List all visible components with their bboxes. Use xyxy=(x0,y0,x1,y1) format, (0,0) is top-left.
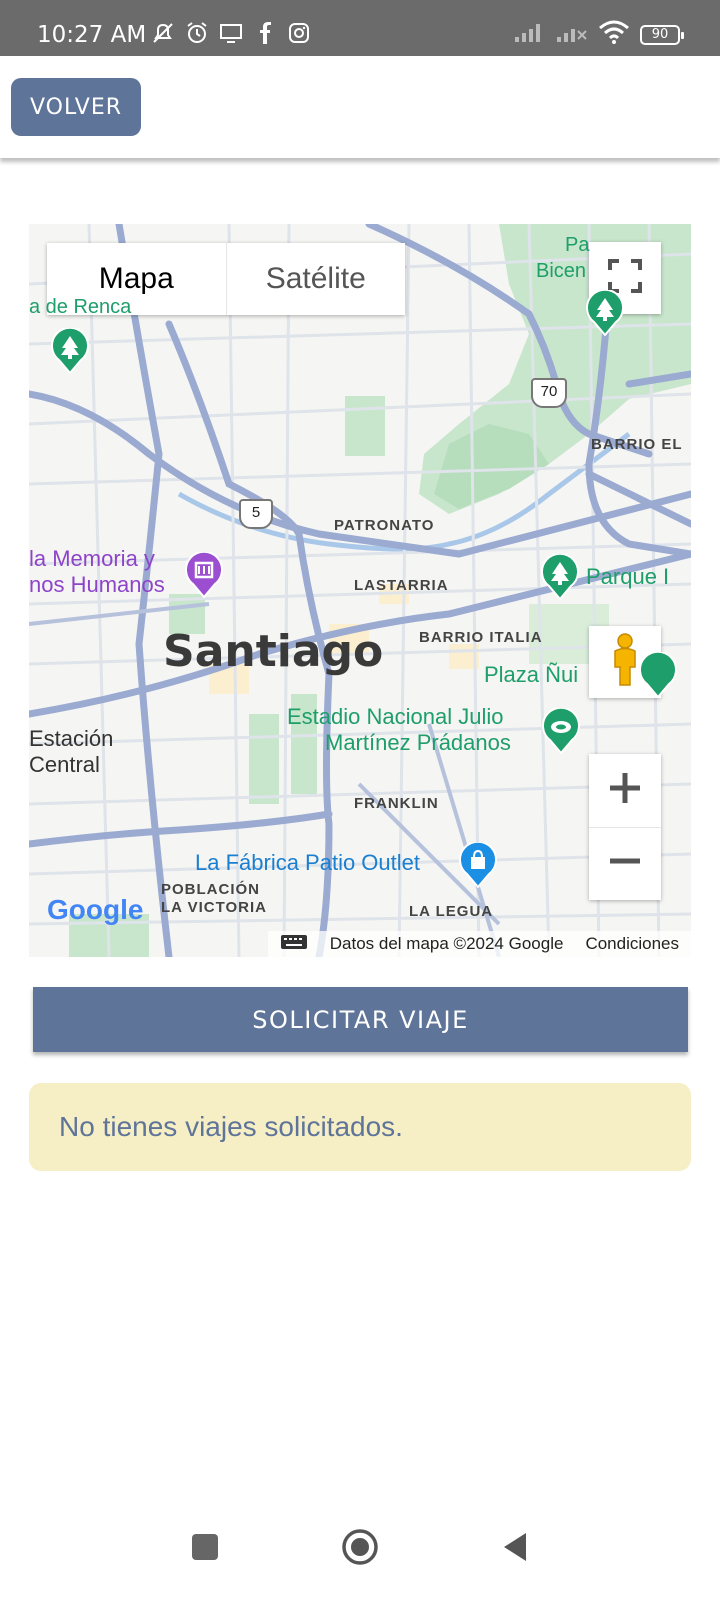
map-label-estadio-1: Estadio Nacional Julio xyxy=(287,704,504,729)
route-5-shield: 5 xyxy=(239,499,273,529)
map-label-fabrica: La Fábrica Patio Outlet xyxy=(195,850,421,875)
app-header: VOLVER xyxy=(0,56,720,158)
map-label-patronato: PATRONATO xyxy=(334,517,435,534)
signal-off-icon xyxy=(556,21,588,48)
home-button[interactable] xyxy=(341,1528,379,1571)
shopping-pin-fabrica[interactable] xyxy=(459,840,497,893)
map-label-estacion: Estación xyxy=(29,726,114,751)
terms-link[interactable]: Condiciones xyxy=(585,934,679,954)
map-label-renca: a de Renca xyxy=(29,296,132,318)
no-trips-notice: No tienes viajes solicitados. xyxy=(29,1083,691,1171)
map-label-bicen: Bicen xyxy=(536,260,587,282)
park-pin-parque[interactable] xyxy=(541,552,579,605)
system-nav-bar xyxy=(0,1520,720,1600)
shopping-bag-icon xyxy=(459,840,497,889)
map-label-parque: Parque I xyxy=(586,564,670,589)
recent-apps-button[interactable] xyxy=(191,1533,219,1566)
map-label-lastarria: LASTARRIA xyxy=(354,577,449,594)
map-label-la-victoria: LA VICTORIA xyxy=(161,899,268,916)
map-attribution-bar: Datos del mapa ©2024 Google Condiciones xyxy=(29,927,691,957)
no-trips-text: No tienes viajes solicitados. xyxy=(59,1111,403,1142)
pegman-icon xyxy=(608,632,642,692)
map-label-memoria-1: la Memoria y xyxy=(29,546,155,571)
map-label-central: Central xyxy=(29,752,100,777)
map-label-santiago: Santiago xyxy=(163,626,384,677)
status-time: 10:27 AM xyxy=(37,22,147,48)
park-pin-bicentenario[interactable] xyxy=(586,288,624,341)
map-label-pa: Pa xyxy=(565,234,590,256)
tree-icon xyxy=(586,288,624,337)
keyboard-shortcuts-icon[interactable] xyxy=(280,933,308,956)
tree-icon xyxy=(51,326,89,375)
map-view[interactable]: Mapa Satélite 5 70 Santiago PATRONATO LA… xyxy=(29,224,691,957)
back-button[interactable]: VOLVER xyxy=(11,78,141,136)
status-bar: 10:27 AM 90 xyxy=(0,0,720,56)
map-label-poblacion: POBLACIÓN xyxy=(161,881,260,898)
wifi-icon xyxy=(598,20,630,49)
museum-icon xyxy=(185,550,223,599)
stadium-pin-estadio[interactable] xyxy=(542,706,580,759)
alarm-icon xyxy=(184,20,210,46)
battery-icon: 90 xyxy=(640,24,684,45)
park-pin-plaza[interactable] xyxy=(639,650,677,703)
back-triangle-icon xyxy=(504,1533,526,1561)
tree-icon xyxy=(541,552,579,601)
mute-icon xyxy=(150,20,176,46)
plus-icon xyxy=(608,771,642,810)
zoom-control xyxy=(589,754,661,900)
zoom-out-button[interactable] xyxy=(589,828,661,900)
request-trip-button[interactable]: SOLICITAR VIAJE xyxy=(33,987,688,1052)
tree-icon xyxy=(639,650,677,699)
home-circle-icon xyxy=(342,1529,378,1565)
map-label-plaza: Plaza Ñui xyxy=(484,662,579,687)
museum-pin-memoria[interactable] xyxy=(185,550,223,603)
back-nav-button[interactable] xyxy=(502,1532,528,1567)
map-type-satellite-button[interactable]: Satélite xyxy=(225,243,406,315)
map-data-attribution: Datos del mapa ©2024 Google xyxy=(329,934,564,953)
park-pin-renca[interactable] xyxy=(51,326,89,379)
map-label-barrio-el: BARRIO EL xyxy=(591,436,683,453)
map-label-memoria-2: nos Humanos xyxy=(29,572,165,597)
square-icon xyxy=(192,1534,218,1560)
route-70-shield: 70 xyxy=(531,378,567,408)
instagram-icon xyxy=(286,20,312,46)
map-label-franklin: FRANKLIN xyxy=(354,795,439,812)
minus-icon xyxy=(608,844,642,883)
signal-icon xyxy=(514,21,546,48)
facebook-icon xyxy=(252,20,278,46)
stadium-icon xyxy=(542,706,580,755)
zoom-in-button[interactable] xyxy=(589,755,661,828)
screen-cast-icon xyxy=(218,20,244,46)
map-label-barrio-italia: BARRIO ITALIA xyxy=(419,629,543,646)
google-logo: Google xyxy=(47,894,144,925)
map-label-la-legua: LA LEGUA xyxy=(409,903,494,920)
map-label-estadio-2: Martínez Prádanos xyxy=(325,730,511,755)
